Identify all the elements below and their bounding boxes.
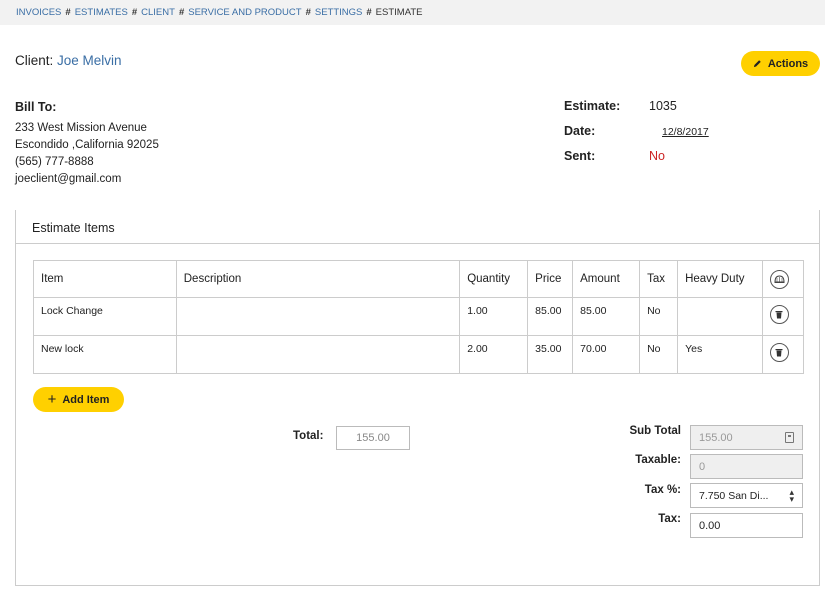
table-row[interactable]: New lock 2.00 35.00 70.00 No Yes: [33, 335, 805, 374]
breadcrumb-separator: #: [131, 7, 138, 18]
hat-icon[interactable]: [769, 269, 789, 289]
cell-tax[interactable]: No: [639, 297, 679, 336]
total-field: 155.00: [336, 426, 410, 450]
breadcrumb-invoices[interactable]: INVOICES: [16, 7, 61, 18]
cell-delete: [761, 297, 805, 336]
total-label: Total:: [293, 430, 324, 442]
client-name-link[interactable]: Joe Melvin: [57, 53, 122, 68]
tax-label: Tax:: [658, 513, 681, 525]
cell-price[interactable]: 85.00: [527, 297, 574, 336]
panel-divider: [16, 243, 819, 244]
estimate-sent-label: Sent:: [564, 149, 596, 163]
column-header-tax: Tax: [639, 260, 679, 298]
taxable-field: 0: [690, 454, 803, 479]
select-arrows-icon: ▴ ▾: [789, 486, 794, 504]
table-row[interactable]: Lock Change 1.00 85.00 85.00 No: [33, 297, 805, 336]
tax-field[interactable]: 0.00: [690, 513, 803, 538]
breadcrumb: INVOICES # ESTIMATES # CLIENT # SERVICE AND PR…: [0, 0, 825, 25]
cell-description[interactable]: [175, 297, 461, 336]
plus-icon: +: [47, 391, 57, 408]
client-label: Client:: [15, 53, 54, 68]
bill-to-address-line1: 233 West Mission Avenue: [15, 122, 147, 134]
taxable-value: 0: [699, 460, 706, 473]
add-item-button[interactable]: + Add Item: [33, 387, 124, 412]
estimate-number-value: 1035: [649, 99, 677, 113]
taxable-label: Taxable:: [635, 454, 681, 466]
add-item-label: Add Item: [62, 393, 110, 406]
breadcrumb-separator: #: [305, 7, 311, 18]
bill-to-block: Bill To: 233 West Mission Avenue Escondi…: [15, 99, 159, 188]
estimate-date-label: Date:: [564, 124, 596, 138]
tax-value: 0.00: [699, 519, 721, 532]
bill-to-header: Bill To:: [15, 100, 57, 114]
actions-label: Actions: [767, 57, 809, 70]
column-header-price: Price: [527, 260, 574, 298]
tax-percent-select[interactable]: 7.750 San Di... ▴ ▾: [690, 483, 803, 508]
trash-icon[interactable]: [769, 305, 789, 324]
estimate-sent-value: No: [649, 149, 665, 163]
estimate-items-table: Item Description Quantity Price Amount T…: [33, 260, 805, 374]
cell-heavy-duty[interactable]: Yes: [677, 335, 763, 374]
trash-icon[interactable]: [769, 343, 789, 362]
estimate-number-label: Estimate:: [564, 99, 621, 113]
cell-item[interactable]: New lock: [33, 335, 177, 374]
calculator-icon: [785, 432, 794, 443]
client-line: Client: Joe Melvin: [15, 53, 122, 68]
cell-quantity[interactable]: 2.00: [459, 335, 529, 374]
breadcrumb-separator: #: [366, 7, 372, 18]
breadcrumb-estimates[interactable]: ESTIMATES: [75, 7, 128, 18]
bill-to-email: joeclient@gmail.com: [15, 173, 122, 185]
cell-item[interactable]: Lock Change: [33, 297, 177, 336]
subtotal-label: Sub Total: [629, 425, 681, 437]
cell-amount: 70.00: [572, 335, 641, 374]
tax-percent-value: 7.750 San Di...: [699, 489, 769, 502]
bill-to-address-line2: Escondido ,California 92025: [15, 139, 159, 151]
breadcrumb-client[interactable]: CLIENT: [141, 7, 175, 18]
cell-price[interactable]: 35.00: [527, 335, 574, 374]
bill-to-phone: (565) 777-8888: [15, 156, 94, 168]
tax-percent-label: Tax %:: [644, 484, 681, 496]
column-header-heavy-duty: Heavy Duty: [677, 260, 763, 298]
breadcrumb-separator: #: [178, 7, 185, 18]
breadcrumb-service-and-product[interactable]: SERVICE AND PRODUCT: [188, 7, 301, 18]
actions-button[interactable]: Actions: [741, 51, 820, 76]
estimate-items-panel: Estimate Items Item Description Quantity…: [15, 210, 820, 586]
cell-heavy-duty[interactable]: [677, 297, 763, 336]
panel-title: Estimate Items: [32, 221, 115, 235]
subtotal-field: 155.00: [690, 425, 803, 450]
column-header-description: Description: [175, 260, 461, 298]
table-header-row: Item Description Quantity Price Amount T…: [33, 260, 805, 298]
column-header-delete-all: [761, 260, 805, 298]
cell-description[interactable]: [175, 335, 461, 374]
pencil-icon: [753, 60, 761, 68]
column-header-quantity: Quantity: [459, 260, 529, 298]
cell-quantity[interactable]: 1.00: [459, 297, 529, 336]
cell-tax[interactable]: No: [639, 335, 679, 374]
cell-delete: [761, 335, 805, 374]
subtotal-value: 155.00: [699, 431, 733, 444]
estimate-date-value[interactable]: 12/8/2017: [662, 126, 709, 138]
breadcrumb-current: ESTIMATE: [375, 7, 423, 18]
breadcrumb-settings[interactable]: SETTINGS: [315, 7, 363, 18]
breadcrumb-separator: #: [65, 7, 71, 18]
column-header-item: Item: [33, 260, 177, 298]
cell-amount: 85.00: [572, 297, 641, 336]
column-header-amount: Amount: [572, 260, 641, 298]
